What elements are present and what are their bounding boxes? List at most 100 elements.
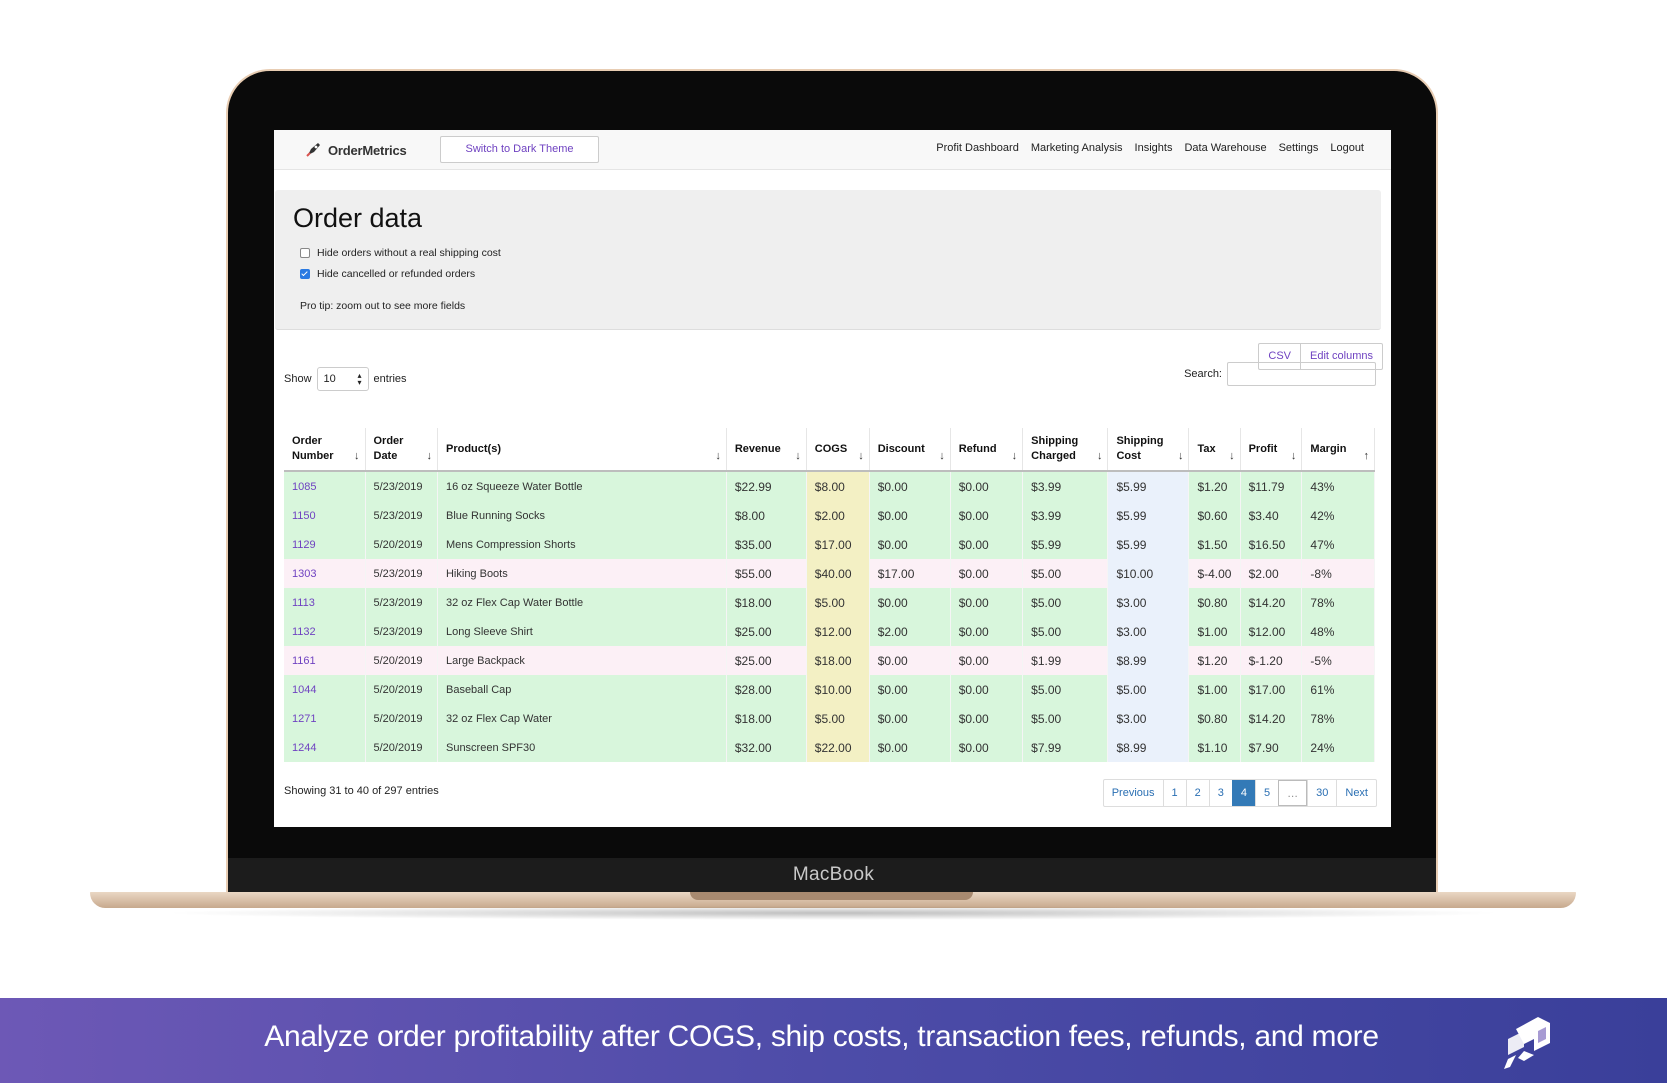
table-row: 1132 5/23/2019 Long Sleeve Shirt $25.00 $12.… [284,617,1375,646]
tax-cell: $1.00 [1188,617,1241,646]
hide-cancelled-label: Hide cancelled or refunded orders [317,268,476,280]
refund-cell: $0.00 [950,559,1024,588]
entries-select[interactable]: 10 ▴ ▾ [316,367,369,391]
pagination-next[interactable]: Next [1336,780,1376,806]
tax-cell: $-4.00 [1188,559,1241,588]
laptop-notch [690,892,973,900]
discount-cell: $0.00 [869,530,951,559]
nav-link-profit-dashboard[interactable]: Profit Dashboard [936,142,1019,154]
hide-no-shipping-checkbox[interactable] [300,248,310,258]
filter-hide-cancelled[interactable]: Hide cancelled or refunded orders [300,268,475,280]
pagination-page[interactable]: 30 [1307,780,1336,806]
column-header-label: Order Number [292,435,334,462]
column-header-tax[interactable]: Tax ↓ [1188,428,1241,472]
column-header-label: Order Date [373,435,404,462]
column-header-shipping-charged[interactable]: Shipping Charged ↓ [1022,428,1109,472]
tax-cell: $1.20 [1188,646,1241,675]
nav-link-insights[interactable]: Insights [1135,142,1173,154]
nav-link-settings[interactable]: Settings [1279,142,1319,154]
product-cell: Mens Compression Shorts [437,530,727,559]
nav-link-data-warehouse[interactable]: Data Warehouse [1184,142,1266,154]
entries-label: entries [373,373,407,385]
cogs-cell: $8.00 [806,471,870,501]
column-header-cogs[interactable]: COGS ↓ [806,428,870,472]
discount-cell: $0.00 [869,588,951,617]
sort-arrow-icon[interactable]: ↓ [795,449,801,464]
sort-arrow-icon[interactable]: ↓ [1012,449,1018,464]
hide-cancelled-checkbox[interactable] [300,269,310,279]
sort-arrow-icon[interactable]: ↓ [939,449,945,464]
cogs-cell: $2.00 [806,501,870,530]
sort-arrow-icon[interactable]: ↓ [1178,449,1184,464]
filter-hide-no-shipping[interactable]: Hide orders without a real shipping cost [300,247,501,259]
column-header-label: Shipping Charged [1031,435,1079,462]
pagination-page[interactable]: 1 [1162,780,1186,806]
sort-arrow-icon[interactable]: ↓ [858,449,864,464]
pagination-ellipsis[interactable]: … [1278,780,1308,806]
product-cell: 16 oz Squeeze Water Bottle [437,471,727,501]
order-number-cell[interactable]: 1271 [284,704,366,733]
column-header-profit[interactable]: Profit ↓ [1240,428,1303,472]
nav-link-logout[interactable]: Logout [1330,142,1364,154]
order-number-cell[interactable]: 1044 [284,675,366,704]
banner-tagline: Analyze order profitability after COGS, … [264,1020,1379,1053]
column-header-discount[interactable]: Discount ↓ [869,428,951,472]
switch-theme-button[interactable]: Switch to Dark Theme [440,136,599,163]
order-number-cell[interactable]: 1129 [284,530,366,559]
refund-cell: $0.00 [950,617,1024,646]
table-info: Showing 31 to 40 of 297 entries [284,785,439,797]
column-header-products[interactable]: Product(s) ↓ [437,428,727,472]
column-header-shipping-cost[interactable]: Shipping Cost ↓ [1107,428,1190,472]
column-header-order-number[interactable]: Order Number ↓ [284,428,366,472]
brand-logo[interactable]: OrderMetrics [304,140,407,160]
table-row: 1113 5/23/2019 32 oz Flex Cap Water Bottle… [284,588,1375,617]
sort-arrow-icon[interactable]: ↑ [1364,449,1370,464]
shipping-cost-cell: $5.99 [1107,530,1190,559]
shipping-cost-cell: $8.99 [1107,646,1190,675]
sort-arrow-icon[interactable]: ↓ [426,449,432,464]
margin-cell: 48% [1301,617,1375,646]
pagination-page[interactable]: 2 [1185,780,1209,806]
margin-cell: 47% [1301,530,1375,559]
column-header-order-date[interactable]: Order Date ↓ [365,428,438,472]
sort-arrow-icon[interactable]: ↓ [1097,449,1103,464]
nav-link-marketing-analysis[interactable]: Marketing Analysis [1031,142,1123,154]
pagination-page[interactable]: 3 [1208,780,1232,806]
column-header-label: Tax [1197,442,1216,455]
order-number-cell[interactable]: 1244 [284,733,366,762]
table-row: 1303 5/23/2019 Hiking Boots $55.00 $40.00 $17… [284,559,1375,588]
shipping-cost-cell: $10.00 [1107,559,1190,588]
order-number-cell[interactable]: 1085 [284,471,366,501]
pagination-page[interactable]: 5 [1255,780,1278,806]
search-label: Search: [1184,368,1222,380]
order-date-cell: 5/20/2019 [365,704,438,733]
table-body: 1085 5/23/2019 16 oz Squeeze Water Bottle $… [284,471,1375,762]
pagination-previous[interactable]: Previous [1104,780,1163,806]
shipping-cost-cell: $5.99 [1107,471,1190,501]
column-header-revenue[interactable]: Revenue ↓ [726,428,807,472]
tax-cell: $1.20 [1188,471,1241,501]
margin-cell: -8% [1301,559,1375,588]
discount-cell: $0.00 [869,733,951,762]
pagination-page[interactable]: 4 [1231,780,1255,806]
column-header-refund[interactable]: Refund ↓ [950,428,1024,472]
profit-cell: $14.20 [1240,588,1303,617]
order-number-cell[interactable]: 1161 [284,646,366,675]
shipping-charged-cell: $5.00 [1022,704,1109,733]
shipping-charged-cell: $5.00 [1022,675,1109,704]
search-input[interactable] [1227,362,1376,386]
sort-arrow-icon[interactable]: ↓ [1291,449,1297,464]
sort-arrow-icon[interactable]: ↓ [715,449,721,464]
nav-links: Profit Dashboard Marketing Analysis Insi… [936,142,1364,154]
column-header-margin[interactable]: Margin ↑ [1301,428,1375,472]
column-header-label: Profit [1248,442,1278,455]
sort-arrow-icon[interactable]: ↓ [1229,449,1235,464]
order-number-cell[interactable]: 1113 [284,588,366,617]
sort-arrow-icon[interactable]: ↓ [354,449,360,464]
table-row: 1085 5/23/2019 16 oz Squeeze Water Bottle $… [284,471,1375,501]
order-number-cell[interactable]: 1303 [284,559,366,588]
margin-cell: 78% [1301,588,1375,617]
order-number-cell[interactable]: 1150 [284,501,366,530]
order-number-cell[interactable]: 1132 [284,617,366,646]
refund-cell: $0.00 [950,733,1024,762]
